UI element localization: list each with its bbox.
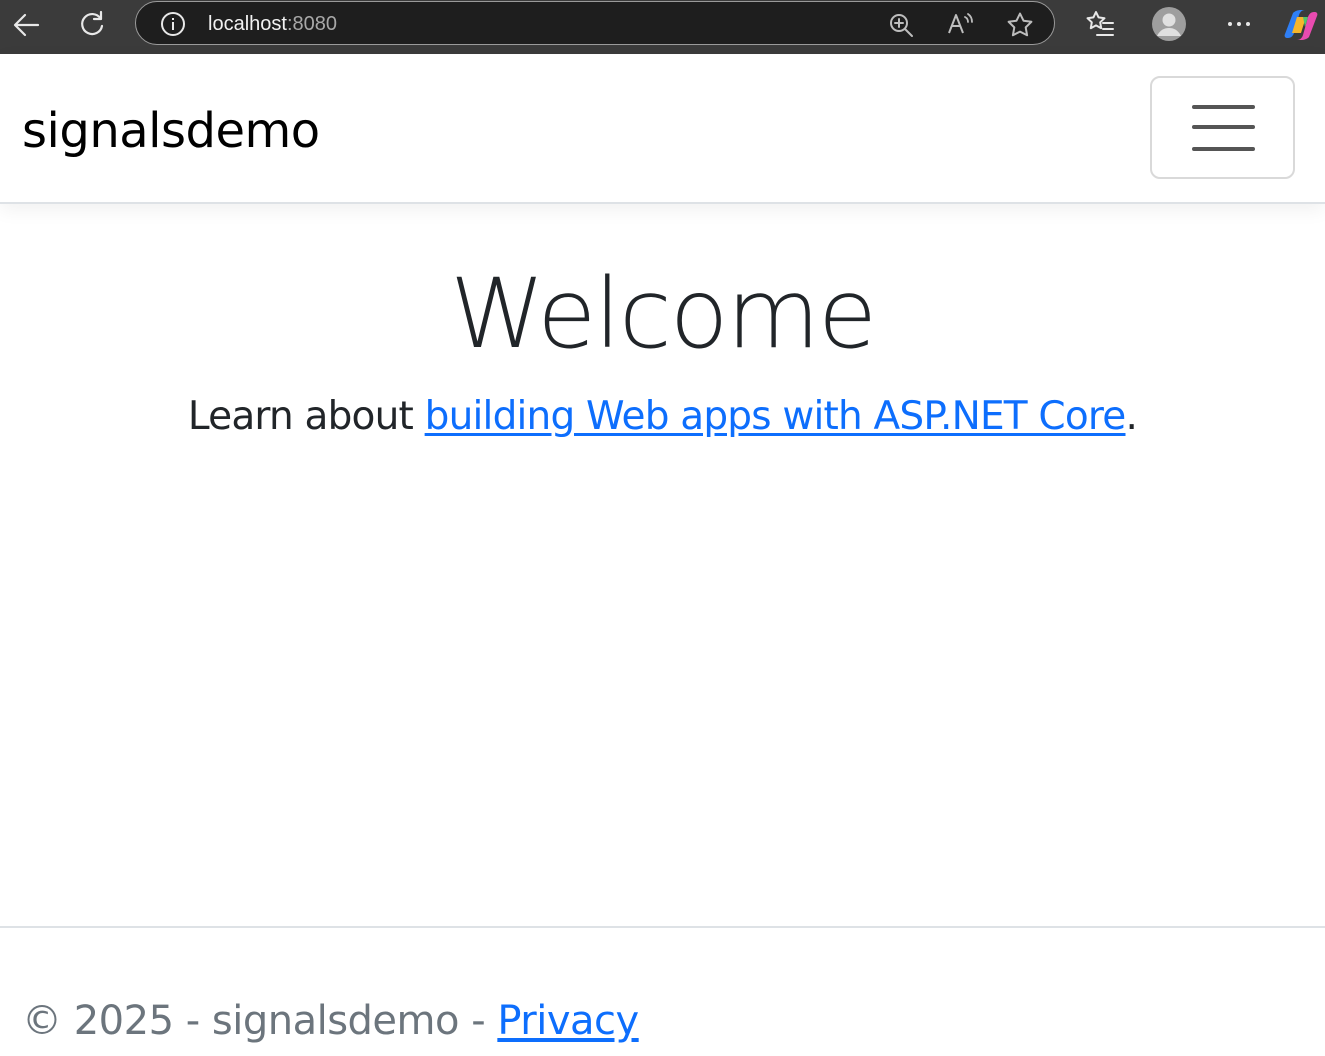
footer-copyright: © 2025 - signalsdemo - Privacy — [22, 996, 639, 1046]
aspnet-docs-link[interactable]: building Web apps with ASP.NET Core — [425, 394, 1127, 439]
browser-toolbar: localhost:8080 — [0, 0, 1325, 54]
copilot-icon[interactable] — [1283, 7, 1319, 43]
copyright-text: © 2025 - signalsdemo - — [22, 998, 498, 1044]
address-bar[interactable]: localhost:8080 — [135, 1, 1055, 45]
privacy-link[interactable]: Privacy — [497, 998, 639, 1044]
url-text[interactable]: localhost:8080 — [208, 12, 337, 36]
favorite-star-icon[interactable] — [1006, 11, 1034, 39]
favorites-icon[interactable] — [1085, 9, 1115, 39]
site-footer: © 2025 - signalsdemo - Privacy — [0, 926, 1325, 1056]
url-port: :8080 — [286, 13, 337, 35]
profile-avatar-icon[interactable] — [1151, 6, 1187, 42]
url-host: localhost — [208, 13, 287, 35]
zoom-icon[interactable] — [888, 12, 914, 38]
navbar-toggler-button[interactable] — [1150, 76, 1295, 179]
refresh-icon[interactable] — [78, 10, 106, 38]
lead-prefix: Learn about — [187, 394, 425, 439]
more-icon[interactable] — [1226, 14, 1252, 34]
site-navbar: signalsdemo — [0, 54, 1325, 204]
back-icon[interactable] — [12, 11, 40, 39]
page-title: Welcome — [449, 258, 877, 370]
lead-suffix: . — [1125, 394, 1138, 439]
info-icon[interactable] — [160, 11, 186, 37]
read-aloud-icon[interactable] — [946, 11, 976, 37]
navbar-brand[interactable]: signalsdemo — [22, 102, 320, 160]
lead-paragraph: Learn about building Web apps with ASP.N… — [0, 392, 1325, 442]
